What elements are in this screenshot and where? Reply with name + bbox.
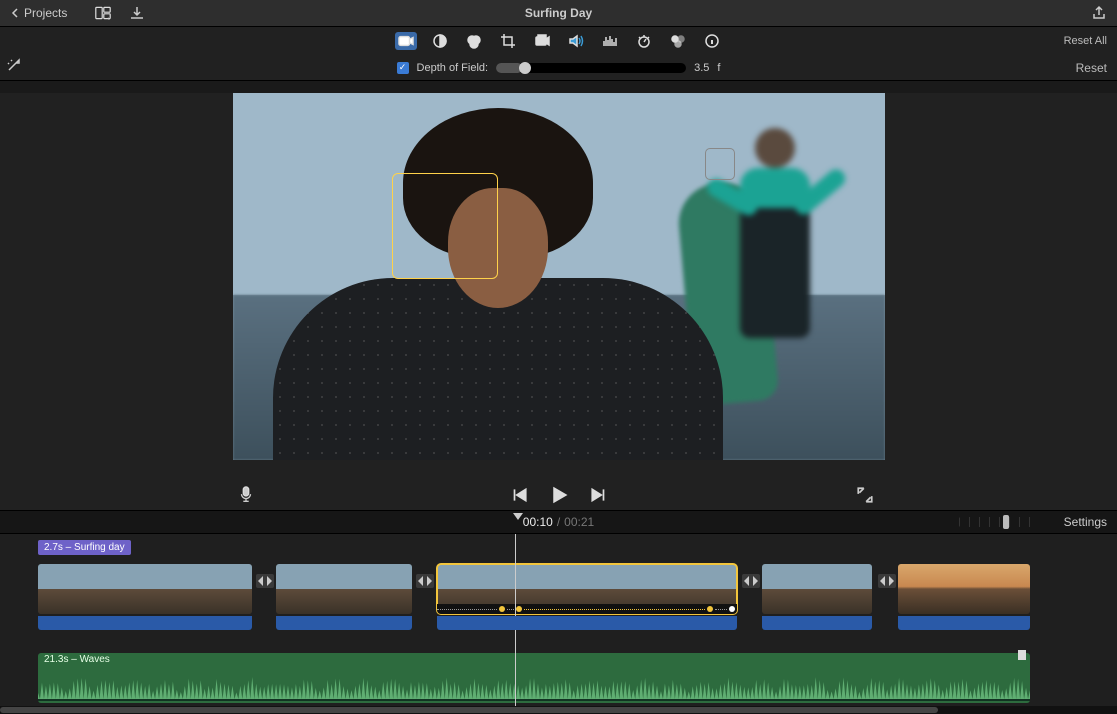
video-viewer[interactable]	[233, 93, 885, 460]
cinematic-icon[interactable]	[395, 32, 417, 50]
volume-icon[interactable]	[565, 32, 587, 50]
clip-audio-lane[interactable]	[437, 616, 737, 630]
depth-slider[interactable]	[496, 63, 686, 73]
depth-of-field-row: Depth of Field: 3.5 f Reset	[0, 55, 1117, 81]
video-clip[interactable]	[38, 564, 252, 614]
transition-icon[interactable]	[878, 574, 896, 588]
effects-icon[interactable]	[667, 32, 689, 50]
playhead-marker-icon[interactable]	[513, 513, 523, 520]
media-library-icon[interactable]	[95, 5, 111, 21]
depth-unit: f	[717, 62, 720, 74]
clip-audio-lane[interactable]	[898, 616, 1030, 630]
waveform	[38, 671, 1030, 699]
noise-reduction-icon[interactable]	[599, 32, 621, 50]
share-icon[interactable]	[1091, 5, 1107, 21]
import-icon[interactable]	[129, 5, 145, 21]
depth-checkbox[interactable]	[397, 62, 409, 74]
clip-end-marker[interactable]	[1018, 650, 1026, 660]
timeline-scrollbar[interactable]	[0, 706, 1117, 714]
timecode-display: 00:10/00:21	[523, 515, 594, 529]
enhance-icon[interactable]	[6, 57, 22, 73]
timeline[interactable]: 2.7s – Surfing day 21.3s – Waves	[0, 534, 1117, 714]
transition-icon[interactable]	[742, 574, 760, 588]
play-button[interactable]	[550, 486, 568, 504]
video-clip[interactable]	[898, 564, 1030, 614]
focus-box-primary[interactable]	[392, 173, 498, 279]
transition-icon[interactable]	[256, 574, 274, 588]
prev-button[interactable]	[510, 486, 528, 504]
title-bar: Projects Surfing Day	[0, 0, 1117, 27]
color-balance-icon[interactable]	[429, 32, 451, 50]
clip-title-badge: 2.7s – Surfing day	[38, 540, 131, 555]
speed-icon[interactable]	[633, 32, 655, 50]
depth-value: 3.5	[694, 62, 709, 74]
info-icon[interactable]	[701, 32, 723, 50]
clip-audio-lane[interactable]	[762, 616, 872, 630]
back-label: Projects	[24, 6, 67, 20]
voiceover-icon[interactable]	[237, 486, 255, 504]
inspector-toolbar: Reset All	[0, 27, 1117, 55]
viewer-area	[0, 93, 1117, 510]
clip-audio-lane[interactable]	[276, 616, 412, 630]
timeline-zoom-slider[interactable]	[959, 517, 1035, 527]
video-clip[interactable]	[276, 564, 412, 614]
transport-controls	[0, 486, 1117, 504]
fullscreen-icon[interactable]	[856, 486, 874, 504]
audio-clip-label: 21.3s – Waves	[42, 653, 112, 666]
focus-box-secondary[interactable]	[705, 148, 735, 180]
transition-icon[interactable]	[416, 574, 434, 588]
reset-all-button[interactable]: Reset All	[1064, 35, 1107, 47]
settings-button[interactable]: Settings	[1064, 515, 1107, 529]
timecode-row: 00:10/00:21 Settings	[0, 510, 1117, 534]
video-clip[interactable]	[762, 564, 872, 614]
project-title: Surfing Day	[525, 6, 592, 20]
audio-clip[interactable]: 21.3s – Waves	[38, 653, 1030, 703]
back-to-projects[interactable]: Projects	[10, 6, 67, 20]
stabilize-icon[interactable]	[531, 32, 553, 50]
clip-audio-lane[interactable]	[38, 616, 252, 630]
reset-button[interactable]: Reset	[1076, 61, 1107, 75]
depth-label: Depth of Field:	[417, 62, 489, 74]
color-correction-icon[interactable]	[463, 32, 485, 50]
next-button[interactable]	[590, 486, 608, 504]
video-clip[interactable]	[437, 564, 737, 614]
crop-icon[interactable]	[497, 32, 519, 50]
